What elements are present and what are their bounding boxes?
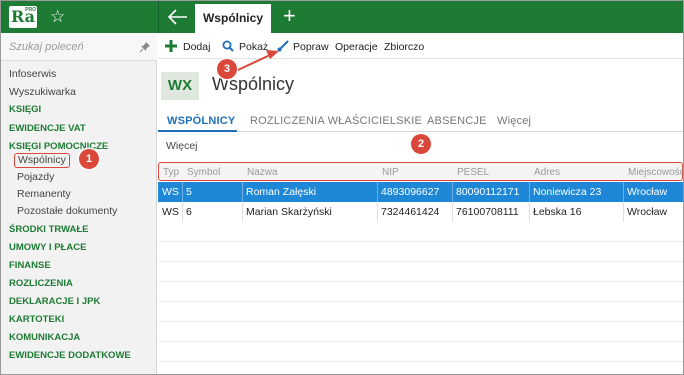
column-divider (377, 182, 378, 202)
search-magnifier-icon[interactable] (222, 40, 234, 52)
tab-rozliczenia-wlascicielskie[interactable]: ROZLICZENIA WŁAŚCICIELSKIE (250, 115, 422, 127)
bulk-menu[interactable]: Zbiorczo (384, 41, 424, 53)
column-divider (242, 182, 243, 202)
cell-nip: 4893096627 (381, 186, 440, 198)
empty-row (158, 242, 683, 262)
callout-badge-3: 3 (217, 59, 237, 79)
cell-miejscowosc: Wrocław (627, 206, 668, 218)
column-divider (452, 182, 453, 202)
sidebar-item-srodki-trwale[interactable]: ŚRODKI TRWAŁE (9, 224, 89, 235)
cell-nazwa: Roman Załęski (246, 186, 317, 198)
column-header-nip[interactable]: NIP (382, 167, 399, 178)
column-divider (529, 202, 530, 222)
pin-icon[interactable] (139, 41, 151, 53)
module-code-badge: WX (161, 72, 199, 100)
search-placeholder: Szukaj poleceń (9, 41, 84, 53)
empty-row (158, 222, 683, 242)
sidebar-item-ewidencje-dodatkowe[interactable]: EWIDENCJE DODATKOWE (9, 350, 131, 361)
cell-miejscowosc: Wrocław (627, 186, 668, 198)
sidebar-item-ewidencje-vat[interactable]: EWIDENCJE VAT (9, 123, 86, 134)
column-divider (242, 202, 243, 222)
edit-brush-icon[interactable] (277, 40, 289, 52)
empty-row (158, 262, 683, 282)
column-header-nazwa[interactable]: Nazwa (247, 167, 278, 178)
column-header-symbol[interactable]: Symbol (187, 167, 220, 178)
sidebar-item-rozliczenia[interactable]: ROZLICZENIA (9, 278, 73, 289)
sidebar-item-ksiegi[interactable]: KSIĘGI (9, 104, 41, 115)
sidebar-item-umowy-i-place[interactable]: UMOWY I PŁACE (9, 242, 86, 253)
cell-symbol: 6 (186, 206, 192, 218)
column-divider (452, 202, 453, 222)
sidebar-item-komunikacja[interactable]: KOMUNIKACJA (9, 332, 80, 343)
table-row[interactable]: WS 6 Marian Skarżyński 7324461424 761007… (158, 202, 683, 222)
add-plus-icon[interactable] (165, 40, 177, 52)
column-divider (623, 202, 624, 222)
tab-absencje[interactable]: ABSENCJE (427, 115, 487, 127)
favorites-star-icon[interactable]: ☆ (50, 7, 65, 27)
sidebar-item-remanenty[interactable]: Remanenty (17, 188, 71, 200)
column-divider (623, 182, 624, 202)
cell-adres: Łebska 16 (533, 206, 582, 218)
operations-menu[interactable]: Operacje (335, 41, 378, 53)
top-bar: Ra PRO ☆ Wspólnicy + (1, 1, 683, 33)
sidebar-item-pozostale-dokumenty[interactable]: Pozostałe dokumenty (17, 205, 117, 217)
subtab-wiecej[interactable]: Więcej (166, 140, 198, 152)
sidebar-item-wspolnicy[interactable]: Wspólnicy (14, 153, 70, 168)
cell-symbol: 5 (186, 186, 192, 198)
command-search-input[interactable]: Szukaj poleceń (1, 33, 157, 61)
app-logo[interactable]: Ra PRO (9, 6, 37, 28)
sidebar-item-wyszukiwarka[interactable]: Wyszukiwarka (9, 86, 76, 98)
column-header-typ[interactable]: Typ (163, 167, 179, 178)
cell-adres: Noniewicza 23 (533, 186, 602, 198)
empty-row (158, 302, 683, 322)
callout-badge-2: 2 (411, 134, 431, 154)
tab-wspolnicy[interactable]: Wspólnicy (195, 4, 271, 33)
active-tab-indicator (158, 130, 237, 132)
back-arrow-icon[interactable] (167, 7, 189, 27)
tab-strip: WSPÓLNICY ROZLICZENIA WŁAŚCICIELSKIE ABS… (158, 110, 683, 132)
sidebar-item-infoserwis[interactable]: Infoserwis (9, 68, 56, 80)
cell-nip: 7324461424 (381, 206, 440, 218)
column-header-miejscowosc[interactable]: Miejscowość (628, 167, 684, 178)
empty-row (158, 342, 683, 362)
column-header-pesel[interactable]: PESEL (457, 167, 489, 178)
tab-wspolnicy-list[interactable]: WSPÓLNICY (167, 115, 235, 127)
add-button[interactable]: Dodaj (183, 41, 210, 53)
sidebar-item-finanse[interactable]: FINANSE (9, 260, 51, 271)
callout-badge-1: 1 (79, 149, 99, 169)
empty-row (158, 322, 683, 342)
cell-typ: WS (162, 206, 179, 218)
cell-pesel: 76100708111 (456, 206, 519, 218)
column-divider (182, 182, 183, 202)
column-divider (377, 202, 378, 222)
table-header: Typ Symbol Nazwa NIP PESEL Adres Miejsco… (158, 162, 684, 181)
edit-button[interactable]: Popraw (293, 41, 329, 53)
sidebar-item-kartoteki[interactable]: KARTOTEKI (9, 314, 64, 325)
tab-wiecej[interactable]: Więcej (497, 115, 531, 127)
new-tab-plus-icon[interactable]: + (283, 5, 296, 27)
empty-row (158, 282, 683, 302)
sidebar-item-deklaracje-i-jpk[interactable]: DEKLARACJE I JPK (9, 296, 100, 307)
column-divider (182, 202, 183, 222)
cell-typ: WS (162, 186, 179, 198)
column-divider (529, 182, 530, 202)
cell-nazwa: Marian Skarżyński (246, 206, 332, 218)
cell-pesel: 80090112171 (456, 186, 520, 198)
show-button[interactable]: Pokaż (239, 41, 268, 53)
sidebar-item-pojazdy[interactable]: Pojazdy (17, 171, 54, 183)
logo-pro-label: PRO (25, 7, 36, 13)
topbar-divider (158, 1, 159, 33)
table-row[interactable]: WS 5 Roman Załęski 4893096627 8009011217… (158, 182, 683, 202)
column-header-adres[interactable]: Adres (534, 167, 560, 178)
